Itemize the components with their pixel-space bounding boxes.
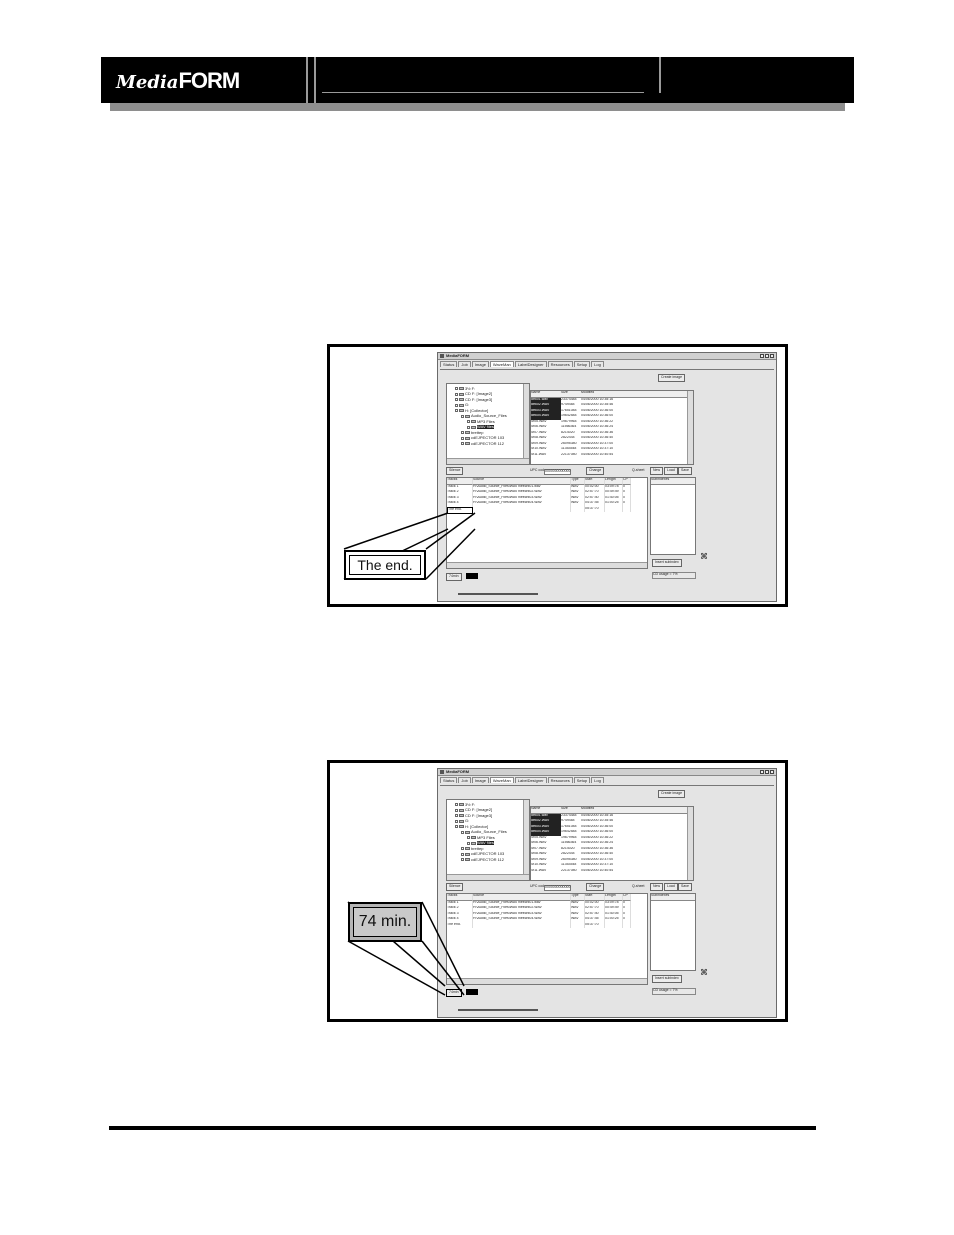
header-divider [306, 57, 308, 103]
header-divider [659, 57, 661, 93]
mediaform-logo: MediaFORM [116, 68, 240, 93]
callout-text: 74 min. [353, 907, 417, 937]
figure-74-min: MediaFORM Status Job Image WaveMan Label… [327, 760, 788, 1022]
header-underline [322, 92, 644, 93]
callout-text: The end. [349, 555, 421, 575]
zoom-lines [347, 901, 465, 996]
figure-the-end: MediaFORM Status Job Image WaveMan Label… [327, 344, 788, 607]
zoom-callout-74min: 74 min. [348, 902, 422, 942]
header-divider [314, 57, 316, 103]
footer-rule [109, 1126, 816, 1130]
zoom-callout-end: The end. [344, 550, 426, 580]
